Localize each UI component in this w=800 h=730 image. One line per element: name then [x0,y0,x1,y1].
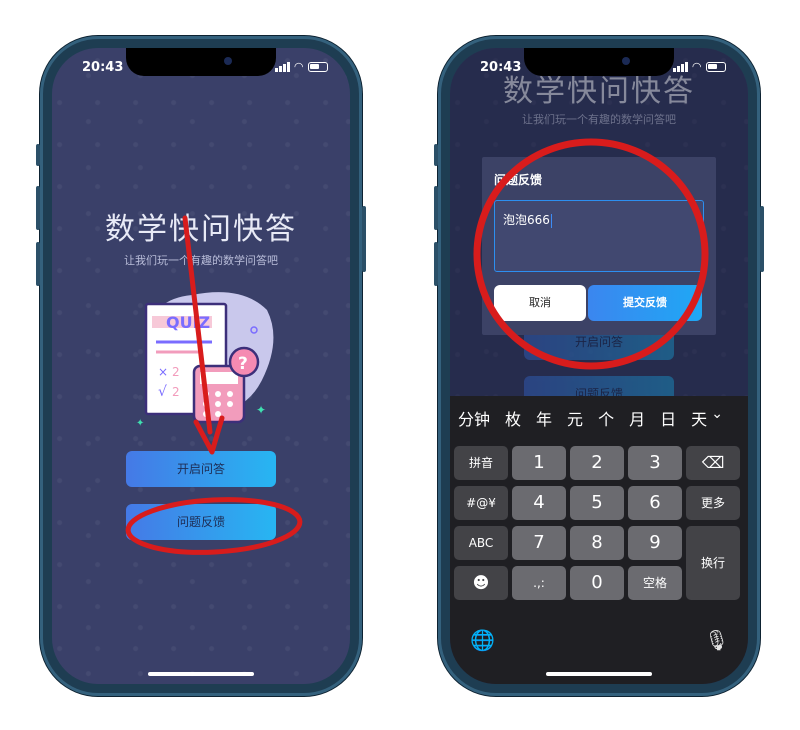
status-time: 20:43 [480,60,522,75]
left-phone: 20:43 ◠ 数学快问快答 让我们玩一个有趣的数学问答吧 QUIZ × 2 √… [36,36,366,696]
feedback-dialog: 问题反馈 泡泡666 取消 提交反馈 [482,157,716,335]
quiz-illustration: QUIZ × 2 √ 2 ? ✦ ✦ [136,292,274,429]
key-6[interactable]: 6 [628,486,682,520]
backspace-icon[interactable]: ⌫ [686,446,740,480]
feedback-input[interactable]: 泡泡666 [494,200,704,272]
quiz-label: QUIZ [166,313,210,332]
chevron-down-icon[interactable]: ⌄ [711,406,723,422]
wifi-icon: ◠ [294,60,303,73]
return-key[interactable]: 换行 [686,526,740,600]
status-bar: 20:43 ◠ [52,58,350,78]
key-3[interactable]: 3 [628,446,682,480]
volume-down-button [434,242,438,286]
key-0[interactable]: 0 [570,566,624,600]
dialog-title: 问题反馈 [494,173,543,187]
signal-icon [274,61,290,72]
volume-up-button [434,186,438,230]
right-phone: 数学快问快答 让我们玩一个有趣的数学问答吧 开启问答 问题反馈 20:43 ◠ … [434,36,764,696]
globe-icon[interactable]: 🌐 [470,628,495,652]
svg-text:√: √ [158,384,167,400]
key-7[interactable]: 7 [512,526,566,560]
battery-icon [706,61,726,72]
cancel-button[interactable]: 取消 [494,285,586,321]
svg-text:✦: ✦ [136,418,144,429]
candidate-item[interactable]: 月 [629,406,645,430]
feedback-button[interactable]: 问题反馈 [126,504,276,540]
punctuation-key[interactable]: .,: [512,566,566,600]
feedback-input-value: 泡泡666 [503,213,550,227]
status-bar: 20:43 ◠ [450,58,748,78]
candidate-item[interactable]: 天 [691,406,707,430]
svg-text:2: 2 [172,365,180,379]
power-button [362,206,366,272]
candidate-item[interactable]: 元 [567,406,583,430]
pinyin-key[interactable]: 拼音 [454,446,508,480]
start-quiz-button[interactable]: 开启问答 [126,451,276,487]
key-1[interactable]: 1 [512,446,566,480]
svg-text:?: ? [238,354,248,374]
key-2[interactable]: 2 [570,446,624,480]
app-title: 数学快问快答 [105,212,297,247]
svg-text:2: 2 [172,385,180,399]
mute-switch [434,144,438,166]
volume-down-button [36,242,40,286]
svg-text:✦: ✦ [256,403,266,417]
microphone-icon[interactable]: 🎙 [704,628,729,652]
text-caret [550,213,553,228]
right-screen: 数学快问快答 让我们玩一个有趣的数学问答吧 开启问答 问题反馈 20:43 ◠ … [450,48,748,684]
power-button [760,206,764,272]
wifi-icon: ◠ [692,60,701,73]
mute-switch [36,144,40,166]
emoji-icon[interactable]: ☻ [454,566,508,600]
candidate-item[interactable]: 日 [660,406,676,430]
keyboard: 分钟 枚 年 元 个 月 日 天 ⌄ 拼音 1 2 3 ⌫ #@¥ 4 5 6 … [450,396,748,684]
submit-feedback-button[interactable]: 提交反馈 [588,285,702,321]
candidate-item[interactable]: 枚 [505,406,521,430]
space-key[interactable]: 空格 [628,566,682,600]
app-subtitle: 让我们玩一个有趣的数学问答吧 [124,254,278,267]
volume-up-button [36,186,40,230]
home-indicator[interactable] [148,672,254,676]
candidate-item[interactable]: 个 [598,406,614,430]
key-4[interactable]: 4 [512,486,566,520]
candidate-bar: 分钟 枚 年 元 个 月 日 天 ⌄ [450,396,748,440]
symbols-key[interactable]: #@¥ [454,486,508,520]
candidate-item[interactable]: 分钟 [458,406,490,430]
candidate-item[interactable]: 年 [536,406,552,430]
battery-icon [308,61,328,72]
status-time: 20:43 [82,60,124,75]
more-key[interactable]: 更多 [686,486,740,520]
home-indicator[interactable] [546,672,652,676]
abc-key[interactable]: ABC [454,526,508,560]
key-9[interactable]: 9 [628,526,682,560]
left-screen: 20:43 ◠ 数学快问快答 让我们玩一个有趣的数学问答吧 QUIZ × 2 √… [52,48,350,684]
key-8[interactable]: 8 [570,526,624,560]
signal-icon [672,61,688,72]
svg-text:×: × [158,365,168,379]
key-5[interactable]: 5 [570,486,624,520]
